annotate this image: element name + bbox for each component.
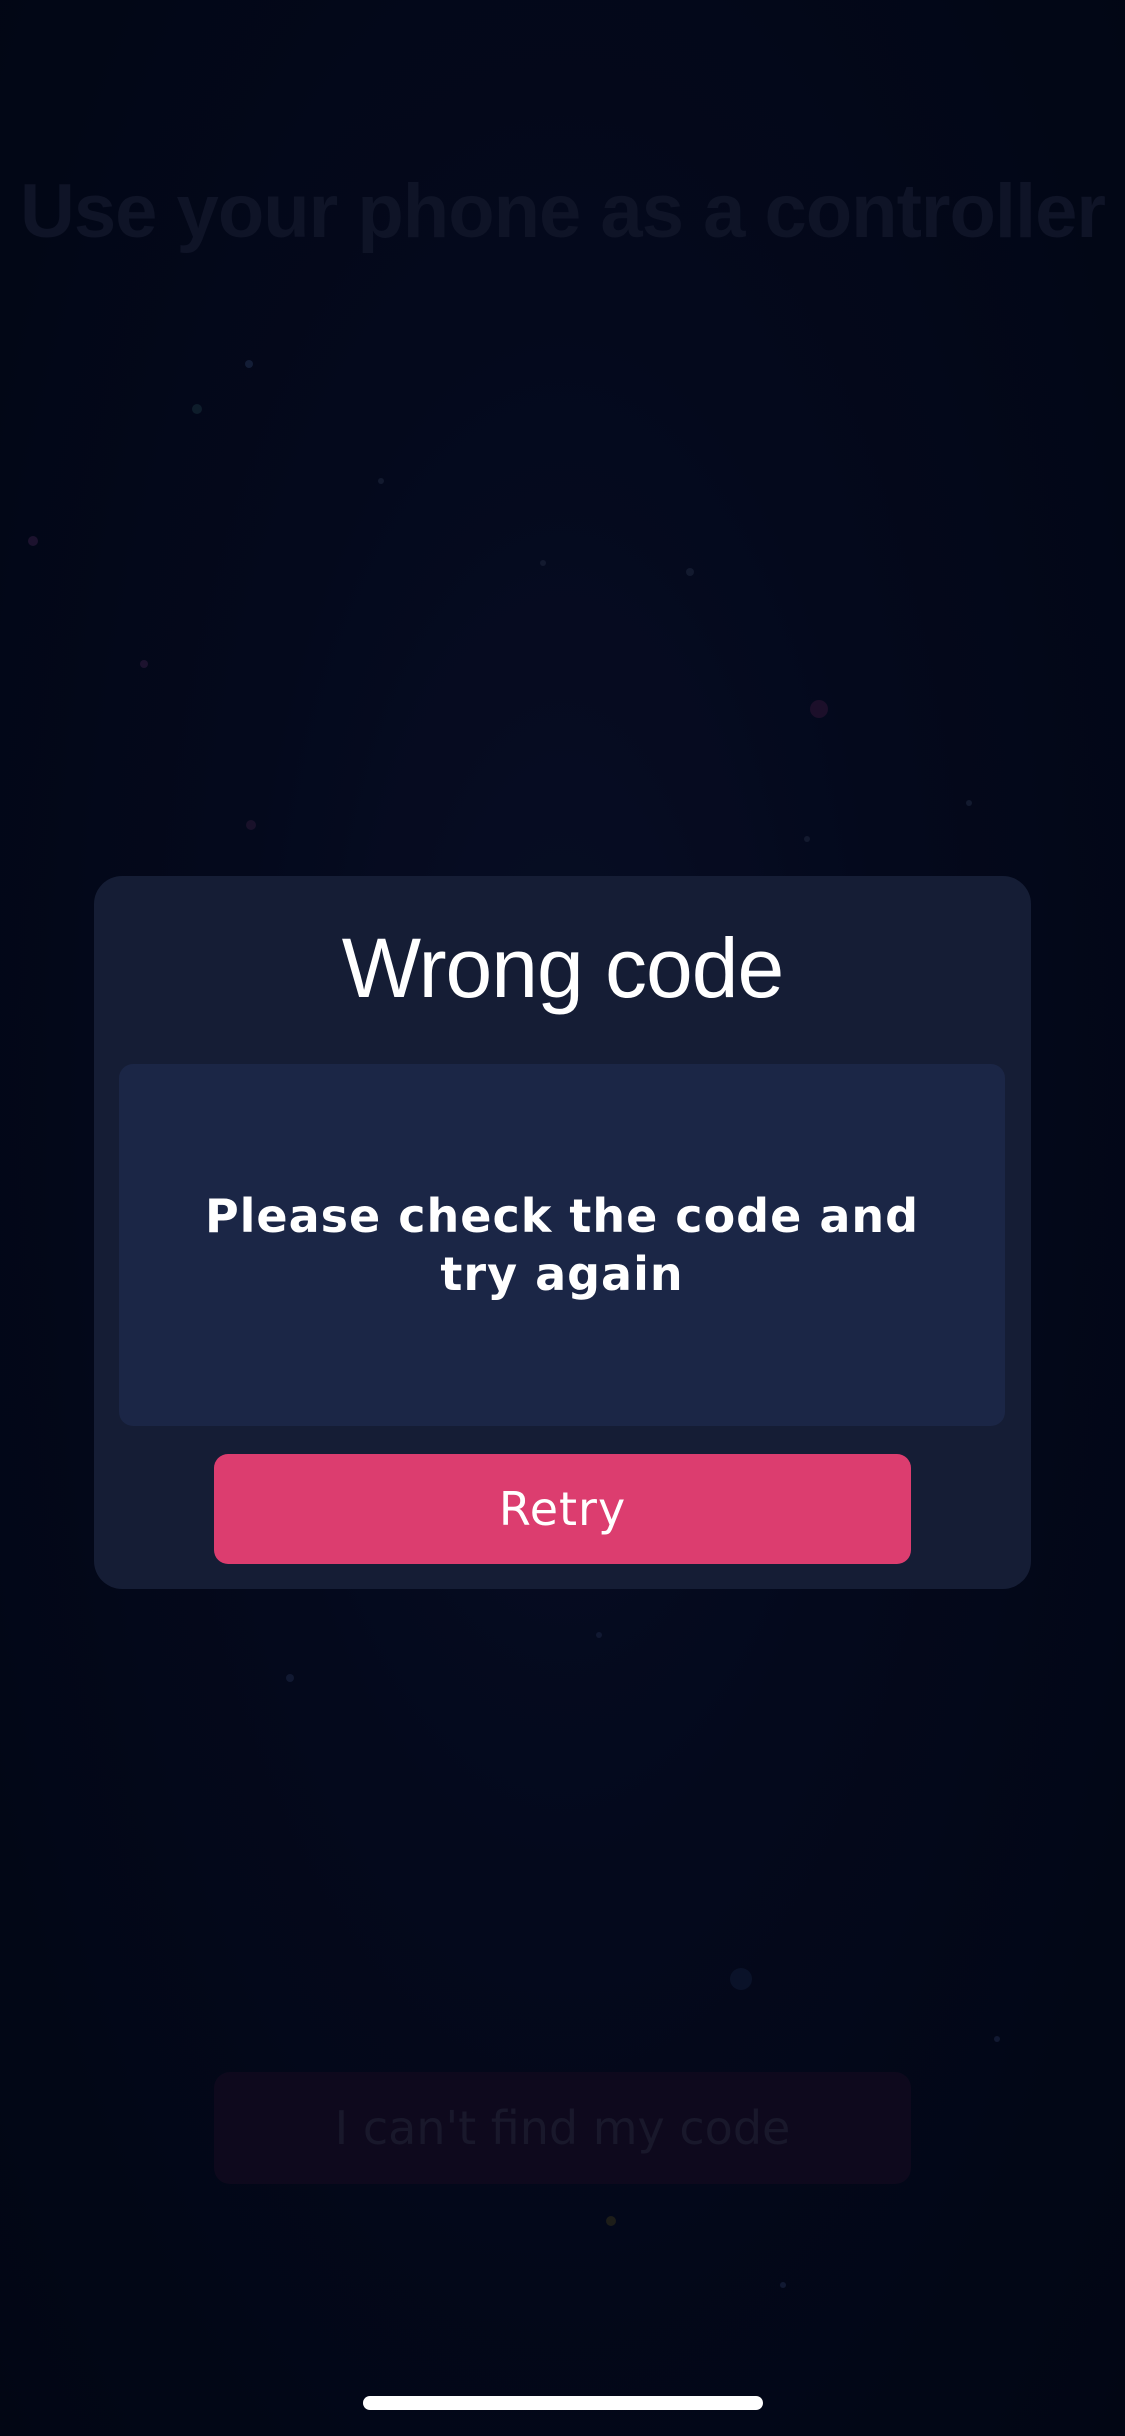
- error-message: Please check the code and try again: [204, 1189, 920, 1301]
- error-modal: Wrong code Please check the code and try…: [94, 876, 1031, 1589]
- home-indicator[interactable]: [363, 2396, 763, 2410]
- message-box: Please check the code and try again: [119, 1064, 1005, 1426]
- screen: Use your phone as a controller I can't f…: [0, 0, 1125, 2436]
- modal-title: Wrong code: [341, 921, 784, 1015]
- retry-button[interactable]: Retry: [214, 1454, 911, 1564]
